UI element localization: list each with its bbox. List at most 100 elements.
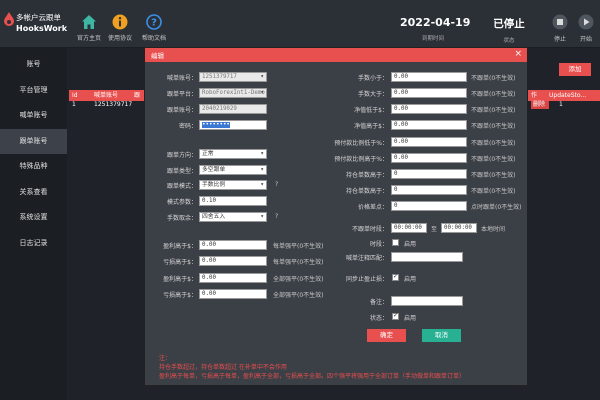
col-action[interactable]: 作 xyxy=(528,90,546,101)
lot-round-help-icon[interactable]: ? xyxy=(275,213,278,220)
time-to-input[interactable]: 00:00:00 xyxy=(441,223,477,233)
edit-dialog: 编辑 × 喊单账号： 1251379717 跟单平台： RoboForexInt… xyxy=(144,47,528,386)
follow-account-label: 跟单账号： xyxy=(166,107,197,114)
mode-help-icon[interactable]: ? xyxy=(275,181,278,188)
add-button[interactable]: 添加 xyxy=(559,63,591,76)
start-button[interactable]: 开始 xyxy=(574,14,598,43)
license-button[interactable]: 使用协议 xyxy=(102,14,138,42)
price-diff-input[interactable]: 0 xyxy=(391,201,467,211)
period-checkbox-label: 启用 xyxy=(404,241,417,248)
state-checkbox[interactable] xyxy=(392,312,399,320)
prepay-lt-row: 预付款比例低于%： 0.00 不跟单(0不生效) xyxy=(325,137,529,148)
sidebar-item-special-symbols[interactable]: 特殊品种 xyxy=(0,154,67,180)
col-update-stop[interactable]: UpdateSto... xyxy=(546,90,586,101)
sidebar-item-settings[interactable]: 系统设置 xyxy=(0,205,67,231)
password-value: •••••••• xyxy=(202,122,230,128)
ok-button[interactable]: 确定 xyxy=(367,329,406,342)
profit-gt-row: 盈利高于$： 0.00 每单强平(0不生效) xyxy=(145,240,335,251)
prepay-gt-input[interactable]: 0.00 xyxy=(391,153,467,163)
hold-gt-input[interactable]: 0 xyxy=(391,169,467,179)
loss-gt-all-row: 亏损高于$： 0.00 全部强平(0不生效) xyxy=(145,289,335,300)
left-table: Id 喊单账号跟 1 1251379717 xyxy=(69,90,144,109)
type-label: 跟单类型： xyxy=(166,168,197,175)
mode-select[interactable]: 手数比例 xyxy=(199,180,267,190)
mode-param-label: 模式参数： xyxy=(166,199,197,206)
start-label: 开始 xyxy=(579,36,592,43)
sync-tp-checkbox[interactable] xyxy=(392,273,399,281)
sidebar-item-signal-account[interactable]: 喊单账号 xyxy=(0,103,67,129)
expiry-block: 2022-04-19 到期时间 xyxy=(400,16,470,42)
loss-gt-hint: 每单强平(0不生效) xyxy=(273,259,324,266)
sidebar-item-platform[interactable]: 平台管理 xyxy=(0,78,67,104)
hold-gt2-input[interactable]: 0 xyxy=(391,185,467,195)
note-title: 注： xyxy=(159,355,172,362)
table-header-right: 作 UpdateSto... xyxy=(528,90,600,101)
sidebar-item-relations[interactable]: 关系查看 xyxy=(0,180,67,206)
time-separator: 至 xyxy=(431,226,438,233)
profit-gt-input[interactable]: 0.00 xyxy=(199,240,267,250)
cell-signal-account: 1251379717 xyxy=(94,101,133,108)
sidebar-item-logs[interactable]: 日志记录 xyxy=(0,231,67,257)
lot-gt-input[interactable]: 0.00 xyxy=(391,88,467,98)
lot-round-row: 手数取余： 四舍五入 ? xyxy=(145,212,335,223)
table-row[interactable]: 1 1251379717 xyxy=(69,101,144,109)
equity-gt-row: 净值高于$： 0.00 不跟单(0不生效) xyxy=(325,120,529,131)
signal-account-label: 喊单账号： xyxy=(166,75,197,82)
close-icon[interactable]: × xyxy=(514,49,522,59)
price-diff-label: 价格差点： xyxy=(357,204,388,211)
lot-gt-hint: 不跟单(0不生效) xyxy=(471,91,516,98)
equity-lt-input[interactable]: 0.00 xyxy=(391,104,467,114)
comment-label: 喊单注释匹配： xyxy=(345,255,388,262)
password-input[interactable]: •••••••• xyxy=(199,120,267,130)
top-header: 多帐户云跟单 HooksWork 官方主页 使用协议 ? 帮助文档 2022-0… xyxy=(0,0,600,48)
sidebar-item-follow-account[interactable]: 跟单账号 xyxy=(0,128,67,154)
state-checkbox-label: 启用 xyxy=(404,315,417,322)
prepay-gt-row: 预付款比例高于%： 0.00 不跟单(0不生效) xyxy=(325,153,529,164)
cell-id: 1 xyxy=(72,101,76,108)
col-signal-account[interactable]: 喊单账号 xyxy=(91,90,131,101)
hold-gt-label: 持仓单数高于： xyxy=(345,172,388,179)
lot-round-label: 手数取余： xyxy=(166,215,197,222)
stop-button[interactable]: 停止 xyxy=(548,14,572,43)
direction-select[interactable]: 正常 xyxy=(199,149,267,159)
info-icon xyxy=(112,14,128,30)
follow-account-input[interactable]: 2040219029 xyxy=(199,104,267,114)
lot-lt-hint: 不跟单(0不生效) xyxy=(471,75,516,82)
direction-label: 跟单方向： xyxy=(166,152,197,159)
time-from-input[interactable]: 00:00:00 xyxy=(391,223,427,233)
signal-account-select[interactable]: 1251379717 xyxy=(199,72,267,82)
loss-gt-label: 亏损高于$： xyxy=(163,259,197,266)
col-follow[interactable]: 跟 xyxy=(131,90,140,101)
lot-lt-input[interactable]: 0.00 xyxy=(391,72,467,82)
dialog-title: 编辑 xyxy=(151,52,164,60)
delete-button[interactable]: 删除 xyxy=(531,101,549,109)
prepay-lt-hint: 不跟单(0不生效) xyxy=(471,140,516,147)
col-id[interactable]: Id xyxy=(69,90,91,101)
hold-gt-hint: 不跟单(0不生效) xyxy=(471,172,516,179)
equity-gt-input[interactable]: 0.00 xyxy=(391,120,467,130)
sidebar-item-account[interactable]: 账号 xyxy=(0,52,67,78)
mode-param-input[interactable]: 0.10 xyxy=(199,196,267,206)
comment-input[interactable] xyxy=(391,252,463,262)
help-button[interactable]: ? 帮助文档 xyxy=(136,14,172,42)
lot-round-select[interactable]: 四舍五入 xyxy=(199,212,267,222)
cancel-button[interactable]: 取消 xyxy=(422,329,461,342)
no-follow-time-row: 不跟单时段： 00:00:00 至 00:00:00 本地时间 xyxy=(325,223,529,234)
app-window: 多帐户云跟单 HooksWork 官方主页 使用协议 ? 帮助文档 2022-0… xyxy=(0,0,600,400)
type-row: 跟单类型： 多空跟单 xyxy=(145,165,335,176)
table-row-right[interactable]: 删除 1 xyxy=(528,101,600,109)
app-name-en: HooksWork xyxy=(16,24,68,33)
loss-gt-input[interactable]: 0.00 xyxy=(199,256,267,266)
follow-platform-select[interactable]: RoboForexInt1-Demo. xyxy=(199,88,267,98)
home-icon xyxy=(82,15,96,29)
loss-gt-all-label: 亏损高于$： xyxy=(163,292,197,299)
direction-row: 跟单方向： 正常 xyxy=(145,149,335,160)
loss-gt-all-hint: 全部强平(0不生效) xyxy=(273,292,324,299)
sync-tp-row: 同步止盈止损： 启用 xyxy=(325,273,529,284)
type-select[interactable]: 多空跟单 xyxy=(199,165,267,175)
period-checkbox[interactable] xyxy=(392,239,399,246)
remark-input[interactable] xyxy=(391,296,463,306)
loss-gt-all-input[interactable]: 0.00 xyxy=(199,289,267,299)
profit-gt-all-input[interactable]: 0.00 xyxy=(199,273,267,283)
prepay-lt-input[interactable]: 0.00 xyxy=(391,137,467,147)
